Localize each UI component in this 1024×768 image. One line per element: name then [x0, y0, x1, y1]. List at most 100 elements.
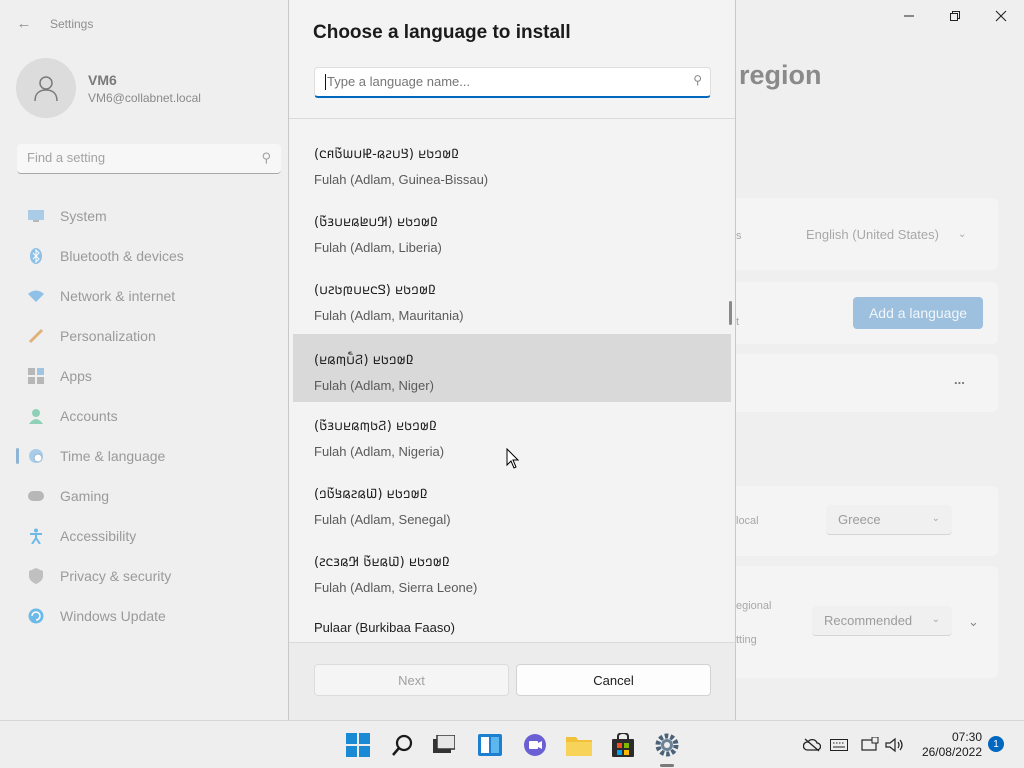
- person-icon: [28, 408, 44, 424]
- sidebar-item-label: Accessibility: [60, 528, 137, 544]
- chat-icon[interactable]: [519, 729, 551, 761]
- taskbar: 07:30 26/08/2022 1: [0, 720, 1024, 768]
- sidebar-item-personalization[interactable]: Personalization: [16, 316, 284, 356]
- widgets-icon[interactable]: [474, 729, 506, 761]
- close-button[interactable]: [978, 0, 1024, 32]
- windows-start-icon[interactable]: [342, 729, 374, 761]
- active-indicator: [16, 448, 19, 464]
- preferred-languages-label: t: [736, 316, 740, 328]
- language-search-input[interactable]: Type a language name... ⚲: [314, 67, 711, 98]
- language-native-name: (𞤃𞤮𞤪𞤭𞤼𞤢𞤲𞤭) 𞤆𞤵𞤤𞤢𞤪: [314, 283, 436, 298]
- language-search-placeholder: Type a language name...: [327, 74, 471, 89]
- gamepad-icon: [28, 488, 44, 504]
- sidebar-item-label: Windows Update: [60, 608, 166, 624]
- minimize-button[interactable]: [886, 0, 932, 32]
- country-label: local: [736, 515, 759, 527]
- sidebar-item-gaming[interactable]: Gaming: [16, 476, 284, 516]
- person-icon: [34, 76, 58, 102]
- sidebar-nav: System Bluetooth & devices Network & int…: [16, 196, 284, 636]
- notification-badge[interactable]: 1: [988, 736, 1004, 752]
- dialog-title: Choose a language to install: [313, 22, 571, 43]
- window-controls: [886, 0, 1024, 32]
- profile-email: VM6@collabnet.local: [88, 90, 201, 105]
- sidebar-item-accounts[interactable]: Accounts: [16, 396, 284, 436]
- sidebar-item-label: Personalization: [60, 328, 156, 344]
- choose-language-dialog: Choose a language to install Type a lang…: [288, 0, 736, 720]
- sidebar-item-apps[interactable]: Apps: [16, 356, 284, 396]
- sidebar-item-network[interactable]: Network & internet: [16, 276, 284, 316]
- list-item-partial[interactable]: Pulaar (Burkibaa Faaso): [314, 620, 455, 635]
- task-view-icon[interactable]: [428, 729, 460, 761]
- back-arrow-icon[interactable]: ←: [14, 14, 34, 34]
- list-item[interactable]: (𞤅𞤫𞤪𞤢𞥄 𞤂𞤫𞤴𞤮𞤲) 𞤆𞤵𞤤𞤢𞤪 Fulah (Adlam, Sierra…: [293, 526, 731, 595]
- store-icon[interactable]: [607, 729, 639, 761]
- user-profile[interactable]: VM6 VM6@collabnet.local: [16, 58, 201, 118]
- regional-format-dropdown[interactable]: Recommended ⌄: [812, 606, 952, 636]
- list-item[interactable]: (𞤃𞤮𞤪𞤭𞤼𞤢𞤲𞤭) 𞤆𞤵𞤤𞤢𞤪 Fulah (Adlam, Mauritani…: [293, 254, 731, 323]
- text-caret: [325, 74, 326, 90]
- update-icon: [28, 608, 44, 624]
- list-item[interactable]: (𞤘𞤭𞤲𞤫-𞤄𞤭𞤧𞤢𞥄𞤱𞤮) 𞤆𞤵𞤤𞤢𞤪 Fulah (Adlam, Guine…: [293, 119, 731, 187]
- sidebar-item-label: System: [60, 208, 107, 224]
- settings-search-input[interactable]: Find a setting ⚲: [17, 144, 281, 174]
- more-options-button[interactable]: ...: [954, 372, 965, 387]
- next-button[interactable]: Next: [314, 664, 509, 696]
- chevron-down-icon: ⌄: [931, 614, 940, 625]
- network-icon[interactable]: [860, 735, 880, 755]
- add-language-button[interactable]: Add a language: [853, 297, 983, 329]
- scrollbar-thumb[interactable]: [729, 301, 732, 325]
- bluetooth-icon: [28, 248, 44, 264]
- search-icon[interactable]: [387, 729, 419, 761]
- display-icon: [28, 208, 44, 224]
- cancel-button[interactable]: Cancel: [516, 664, 711, 696]
- language-list[interactable]: (𞤘𞤭𞤲𞤫-𞤄𞤭𞤧𞤢𞥄𞤱𞤮) 𞤆𞤵𞤤𞤢𞤪 Fulah (Adlam, Guine…: [289, 119, 735, 642]
- display-language-card: s English (United States) ⌄: [736, 198, 998, 270]
- onedrive-offline-icon[interactable]: [802, 735, 822, 755]
- language-english-name: Fulah (Adlam, Guinea-Bissau): [314, 172, 489, 187]
- display-language-value[interactable]: English (United States): [806, 227, 939, 242]
- sidebar-item-system[interactable]: System: [16, 196, 284, 236]
- sidebar-item-bluetooth[interactable]: Bluetooth & devices: [16, 236, 284, 276]
- language-native-name: (𞤂𞤭𞤦𞤫𞤪𞤭𞤴𞤢𞥄) 𞤆𞤵𞤤𞤢𞤪: [314, 215, 438, 230]
- minimize-icon: [904, 15, 914, 17]
- dialog-footer: Next Cancel: [289, 642, 735, 720]
- sidebar-item-label: Privacy & security: [60, 568, 172, 584]
- app-title: Settings: [50, 17, 94, 31]
- search-icon: ⚲: [261, 150, 271, 165]
- accessibility-icon: [28, 528, 44, 544]
- language-native-name: (𞤘𞤭𞤲𞤫-𞤄𞤭𞤧𞤢𞥄𞤱𞤮) 𞤆𞤵𞤤𞤢𞤪: [314, 147, 460, 162]
- keyboard-icon[interactable]: [829, 735, 849, 755]
- settings-gear-icon[interactable]: [651, 729, 683, 761]
- language-native-name: (𞤅𞤫𞤲𞤫𞤺𞤢𞥄𞤤) 𞤆𞤵𞤤𞤢𞤪: [314, 487, 428, 502]
- avatar: [16, 58, 76, 118]
- language-native-name: (𞤅𞤫𞤪𞤢𞥄 𞤂𞤫𞤴𞤮𞤲) 𞤆𞤵𞤤𞤢𞤪: [314, 555, 450, 570]
- brush-icon: [28, 328, 44, 344]
- language-english-name: Fulah (Adlam, Nigeria): [314, 444, 445, 459]
- sidebar-item-accessibility[interactable]: Accessibility: [16, 516, 284, 556]
- profile-name: VM6: [88, 71, 117, 88]
- sidebar-item-time-language[interactable]: Time & language: [16, 436, 284, 476]
- system-clock[interactable]: 07:30 26/08/2022: [912, 730, 982, 760]
- active-app-indicator: [660, 764, 674, 767]
- sidebar-item-label: Time & language: [60, 448, 166, 464]
- regional-format-value: Recommended: [824, 613, 913, 628]
- expand-chevron-icon[interactable]: ⌄: [968, 614, 979, 630]
- sidebar-item-privacy[interactable]: Privacy & security: [16, 556, 284, 596]
- clock-date: 26/08/2022: [921, 745, 982, 759]
- shield-icon: [28, 568, 44, 584]
- sidebar-item-windows-update[interactable]: Windows Update: [16, 596, 284, 636]
- sidebar-item-label: Network & internet: [60, 288, 176, 304]
- language-english-name: Fulah (Adlam, Senegal): [314, 512, 451, 527]
- sidebar-item-label: Accounts: [60, 408, 118, 424]
- display-language-label: s: [736, 230, 742, 242]
- settings-search-placeholder: Find a setting: [27, 150, 106, 165]
- apps-icon: [28, 368, 44, 384]
- chevron-down-icon: ⌄: [958, 229, 967, 240]
- language-native-name: (𞤐𞤢𞤶𞤫𞤪𞤭𞤴𞤢𞥄) 𞤆𞤵𞤤𞤢𞤪: [314, 419, 437, 434]
- list-item[interactable]: (𞤂𞤭𞤦𞤫𞤪𞤭𞤴𞤢𞥄) 𞤆𞤵𞤤𞤢𞤪 Fulah (Adlam, Liberia): [293, 186, 731, 255]
- volume-icon[interactable]: [885, 735, 905, 755]
- country-dropdown[interactable]: Greece ⌄: [826, 505, 952, 535]
- file-explorer-icon[interactable]: [563, 729, 595, 761]
- restore-button[interactable]: [932, 0, 978, 32]
- regional-format-sublabel: tting: [736, 634, 757, 646]
